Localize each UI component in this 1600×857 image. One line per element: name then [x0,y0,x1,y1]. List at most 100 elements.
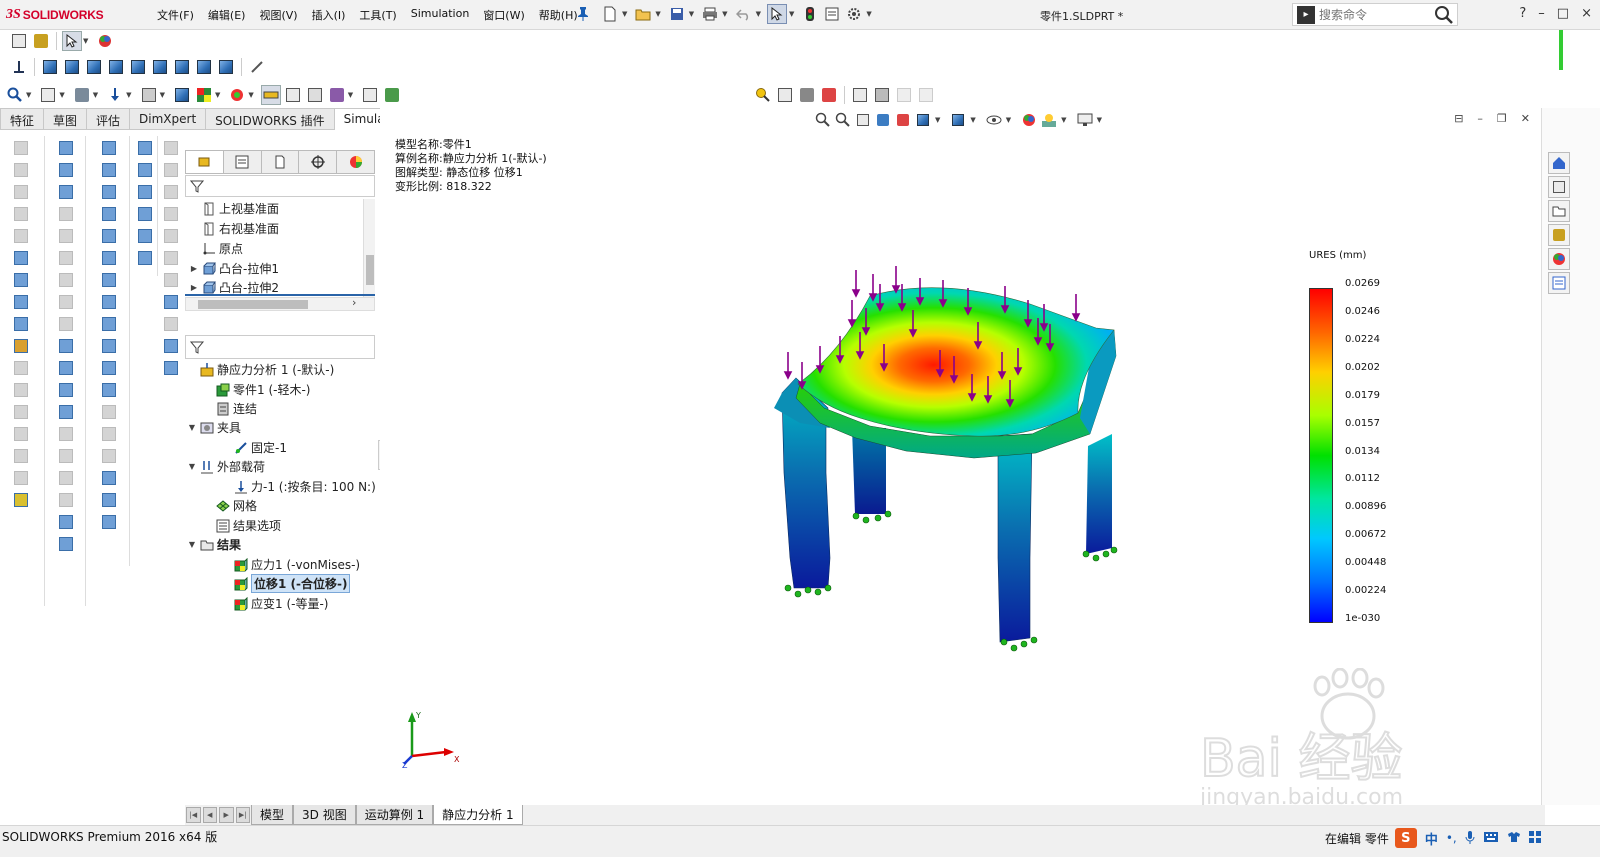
chevron-down-icon[interactable]: ▼ [655,10,660,18]
tool-icon[interactable] [92,468,126,488]
tool-icon[interactable] [92,226,126,246]
tool-icon[interactable] [4,468,38,488]
simulation-tree-item[interactable]: 固定-1 [219,438,287,457]
menu-edit[interactable]: 编辑(E) [201,7,253,23]
chevron-down-icon[interactable]: ▼ [866,10,871,18]
trimetric-icon[interactable] [194,57,214,77]
edit-appearance-icon[interactable] [1021,112,1037,128]
view-top-icon[interactable] [128,57,148,77]
tool-icon[interactable] [4,292,38,312]
apply-scene-icon[interactable] [1041,112,1057,128]
zoom-to-fit-icon[interactable] [753,85,773,105]
panel-divider[interactable] [185,294,375,296]
design-library-icon[interactable] [1548,176,1570,198]
tool-icon[interactable] [49,226,83,246]
tool-icon[interactable] [92,248,126,268]
maximize-button[interactable]: □ [1557,6,1569,21]
tool-icon[interactable] [4,270,38,290]
expand-arrow-icon[interactable]: ▶ [187,264,201,273]
previous-view-icon[interactable] [855,112,871,128]
dynamic-annotation-icon[interactable] [895,112,911,128]
dimetric-icon[interactable] [216,57,236,77]
tool-icon[interactable] [135,248,155,268]
tab-草图[interactable]: 草图 [44,108,88,130]
view-front-icon[interactable] [40,57,60,77]
solidworks-logo[interactable]: 3S SOLIDWORKS [6,6,104,24]
tool-icon[interactable] [4,314,38,334]
first-tab-icon[interactable]: |◀ [186,807,201,823]
tool-icon[interactable] [161,160,181,180]
simulation-tree-item[interactable]: 位移1 (-合位移-) [219,574,351,593]
appearances-icon[interactable] [1548,248,1570,270]
tool-icon[interactable] [49,358,83,378]
simulation-tree-item[interactable]: 应变1 (-等量-) [219,594,328,613]
simulation-tree-item[interactable]: 结果选项 [201,516,281,535]
tool-icon[interactable] [92,424,126,444]
split-view-icon[interactable]: ⊟ [1454,112,1463,125]
view-left-icon[interactable] [84,57,104,77]
tool-icon[interactable] [49,402,83,422]
displacement-plot-model[interactable] [760,258,1160,698]
collapse-arrow-icon[interactable]: ▼ [185,462,199,471]
fixture-advisor-icon[interactable] [72,85,92,105]
tab-评估[interactable]: 评估 [87,108,131,130]
chevron-down-icon[interactable]: ▼ [756,10,761,18]
help-button[interactable]: ? [1519,6,1526,21]
menu-insert[interactable]: 插入(I) [305,7,353,23]
tool-icon[interactable] [4,204,38,224]
chevron-down-icon[interactable]: ▼ [1006,116,1011,124]
bottom-tab-3[interactable]: 静应力分析 1 [433,805,523,825]
tool-icon[interactable] [161,248,181,268]
tool-icon[interactable] [161,138,181,158]
run-study-icon[interactable] [172,85,192,105]
tool-icon[interactable] [161,336,181,356]
property-manager-tab[interactable] [224,151,262,173]
tool-icon[interactable] [49,270,83,290]
results-advisor-icon[interactable] [194,85,214,105]
color-plot-icon[interactable] [819,85,839,105]
chevron-down-icon[interactable]: ▼ [1061,116,1066,124]
zoom-icon[interactable] [5,85,25,105]
tree-filter[interactable] [185,175,375,197]
new-document-icon[interactable] [600,4,620,24]
tool-icon[interactable] [4,138,38,158]
view-palette-icon[interactable] [1548,224,1570,246]
include-image-icon[interactable] [360,85,380,105]
section-view-icon[interactable] [875,112,891,128]
tab-solidworks-插件[interactable]: SOLIDWORKS 插件 [206,108,335,130]
print-preview-icon[interactable] [872,85,892,105]
view-back-icon[interactable] [62,57,82,77]
menu-file[interactable]: 文件(F) [150,7,201,23]
sogou-ime-logo[interactable]: S [1394,828,1417,848]
tool-icon[interactable] [92,182,126,202]
tool-icon[interactable] [92,380,126,400]
tool-icon[interactable] [92,270,126,290]
tool-icon[interactable] [92,138,126,158]
bottom-tab-0[interactable]: 模型 [251,805,294,825]
configuration-manager-tab[interactable] [262,151,300,173]
tool-icon[interactable] [4,336,38,356]
sim-tree-filter[interactable] [185,335,375,359]
tool-icon[interactable] [49,424,83,444]
tool-icon[interactable] [49,182,83,202]
feature-tree-item[interactable]: 上视基准面 [187,199,279,218]
report-icon[interactable] [327,85,347,105]
tool-icon[interactable] [4,248,38,268]
next-tab-icon[interactable]: ▶ [219,807,234,823]
tab-dimxpert[interactable]: DimXpert [130,108,207,130]
viewport-close-button[interactable]: ✕ [1521,112,1530,125]
skin-icon[interactable] [1507,831,1521,846]
search-icon[interactable] [1434,5,1454,28]
chevron-down-icon[interactable]: ▼ [215,91,220,99]
tool-icon[interactable] [92,402,126,422]
chevron-down-icon[interactable]: ▼ [26,91,31,99]
zoom-to-fit-icon[interactable] [815,112,831,128]
chevron-down-icon[interactable]: ▼ [622,10,627,18]
display-style-icon[interactable] [950,112,966,128]
menu-view[interactable]: 视图(V) [252,7,304,23]
ime-language[interactable]: 中 [1425,829,1438,848]
tool-icon[interactable] [49,138,83,158]
simulation-tree-item[interactable]: 网格 [201,496,257,515]
tool-icon[interactable] [92,490,126,510]
disabled-tool-icon[interactable] [894,85,914,105]
